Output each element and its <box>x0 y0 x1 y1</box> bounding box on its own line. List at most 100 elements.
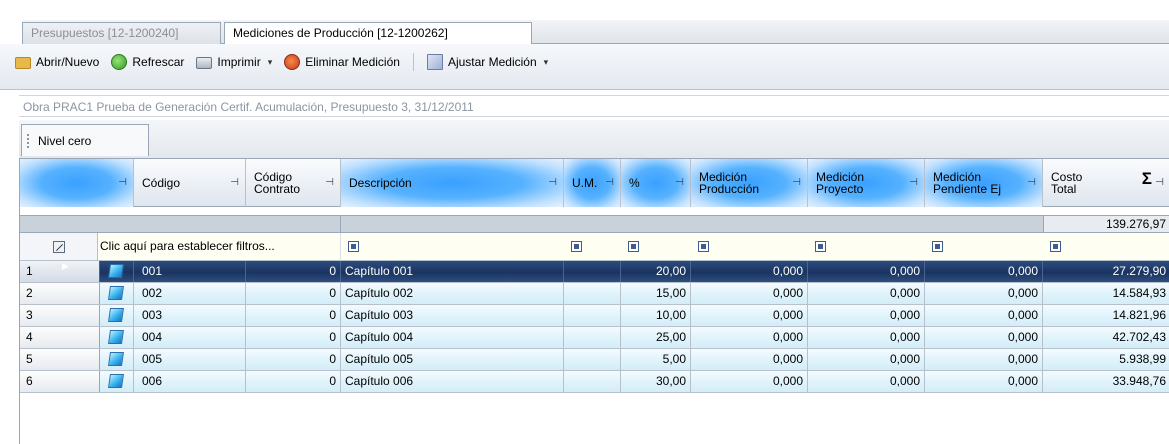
cell-percent[interactable]: 20,00 <box>621 261 691 282</box>
filter-row-header[interactable] <box>20 233 98 260</box>
cell-medicion-pendiente[interactable]: 0,000 <box>925 305 1043 326</box>
cell-codigo-contrato[interactable]: 0 <box>246 371 341 392</box>
cell-um[interactable] <box>564 327 621 348</box>
cell-descripcion[interactable]: Capítulo 002 <box>341 283 564 304</box>
column-header-percent[interactable]: % ⊣ <box>621 159 691 207</box>
filter-percent-icon[interactable] <box>628 241 639 252</box>
filter-pendiente-icon[interactable] <box>932 241 943 252</box>
pin-icon[interactable]: ⊣ <box>230 177 239 189</box>
pin-icon[interactable]: ⊣ <box>325 177 334 189</box>
table-row[interactable]: 2 002 0 Capítulo 002 15,00 0,000 0,000 0… <box>20 283 1169 305</box>
row-number[interactable]: 4 <box>20 327 100 348</box>
cell-percent[interactable]: 15,00 <box>621 283 691 304</box>
filter-row[interactable]: Clic aquí para establecer filtros... <box>20 233 1169 261</box>
cell-medicion-produccion[interactable]: 0,000 <box>691 261 808 282</box>
filter-descripcion-icon[interactable] <box>348 241 359 252</box>
cell-costo-total[interactable]: 5.938,99 <box>1043 349 1169 370</box>
table-row[interactable]: 3 003 0 Capítulo 003 10,00 0,000 0,000 0… <box>20 305 1169 327</box>
pin-icon[interactable]: ⊣ <box>675 177 684 189</box>
cell-um[interactable] <box>564 261 621 282</box>
cell-medicion-proyecto[interactable]: 0,000 <box>808 283 925 304</box>
cell-percent[interactable]: 5,00 <box>621 349 691 370</box>
cell-descripcion[interactable]: Capítulo 005 <box>341 349 564 370</box>
column-header-medicion-pendiente[interactable]: Medición Pendiente Ej ⊣ <box>925 159 1043 207</box>
cell-medicion-produccion[interactable]: 0,000 <box>691 305 808 326</box>
cell-codigo[interactable]: 006 <box>134 371 246 392</box>
column-header-medicion-proyecto[interactable]: Medición Proyecto ⊣ <box>808 159 925 207</box>
cell-codigo-contrato[interactable]: 0 <box>246 305 341 326</box>
grip-handle-icon[interactable] <box>27 134 29 148</box>
filter-proyecto-icon[interactable] <box>815 241 826 252</box>
pin-icon[interactable]: ⊣ <box>792 177 801 189</box>
column-header-medicion-produccion[interactable]: Medición Producción ⊣ <box>691 159 808 207</box>
table-row[interactable]: 4 004 0 Capítulo 004 25,00 0,000 0,000 0… <box>20 327 1169 349</box>
refresh-button[interactable]: Refrescar <box>108 51 187 73</box>
cell-medicion-produccion[interactable]: 0,000 <box>691 283 808 304</box>
cell-codigo-contrato[interactable]: 0 <box>246 327 341 348</box>
cell-costo-total[interactable]: 14.584,93 <box>1043 283 1169 304</box>
cell-percent[interactable]: 25,00 <box>621 327 691 348</box>
pin-icon[interactable]: ⊣ <box>118 177 127 189</box>
cell-codigo[interactable]: 004 <box>134 327 246 348</box>
cell-medicion-pendiente[interactable]: 0,000 <box>925 371 1043 392</box>
table-row[interactable]: 1 ▶ 001 0 Capítulo 001 20,00 0,000 0,000… <box>20 261 1169 283</box>
print-dropdown-icon[interactable]: ▾ <box>268 57 273 68</box>
filter-um-icon[interactable] <box>571 241 582 252</box>
cell-um[interactable] <box>564 349 621 370</box>
adjust-measurement-button[interactable]: Ajustar Medición ▾ <box>424 51 551 73</box>
cell-codigo[interactable]: 001 <box>134 261 246 282</box>
row-number[interactable]: 5 <box>20 349 100 370</box>
tab-mediciones-produccion[interactable]: Mediciones de Producción [12-1200262] <box>224 22 532 45</box>
column-header-codigo-contrato[interactable]: Código Contrato ⊣ <box>246 159 341 207</box>
sum-icon[interactable]: Σ <box>1142 170 1152 187</box>
cell-um[interactable] <box>564 305 621 326</box>
pin-icon[interactable]: ⊣ <box>909 177 918 189</box>
cell-medicion-proyecto[interactable]: 0,000 <box>808 261 925 282</box>
delete-measurement-button[interactable]: Eliminar Medición <box>281 51 403 73</box>
pin-icon[interactable]: ⊣ <box>548 177 557 189</box>
cell-percent[interactable]: 10,00 <box>621 305 691 326</box>
cell-um[interactable] <box>564 283 621 304</box>
cell-costo-total[interactable]: 14.821,96 <box>1043 305 1169 326</box>
column-header-icon[interactable]: ⊣ <box>20 159 134 207</box>
cell-medicion-proyecto[interactable]: 0,000 <box>808 305 925 326</box>
row-number[interactable]: 2 <box>20 283 100 304</box>
cell-medicion-pendiente[interactable]: 0,000 <box>925 261 1043 282</box>
column-header-costo-total[interactable]: Costo Total Σ ⊣ <box>1043 159 1169 207</box>
pin-icon[interactable]: ⊣ <box>1027 177 1036 189</box>
cell-descripcion[interactable]: Capítulo 006 <box>341 371 564 392</box>
table-row[interactable]: 6 006 0 Capítulo 006 30,00 0,000 0,000 0… <box>20 371 1169 393</box>
level-zero-tab[interactable]: Nivel cero <box>21 124 149 156</box>
cell-descripcion[interactable]: Capítulo 004 <box>341 327 564 348</box>
tab-presupuestos[interactable]: Presupuestos [12-1200240] <box>22 22 221 44</box>
print-button[interactable]: Imprimir ▾ <box>193 51 275 73</box>
pin-icon[interactable]: ⊣ <box>1155 177 1164 189</box>
open-new-button[interactable]: Abrir/Nuevo <box>12 51 102 73</box>
cell-medicion-produccion[interactable]: 0,000 <box>691 371 808 392</box>
column-header-codigo[interactable]: Código ⊣ <box>134 159 246 207</box>
cell-medicion-proyecto[interactable]: 0,000 <box>808 327 925 348</box>
filter-costo-icon[interactable] <box>1050 241 1061 252</box>
cell-descripcion[interactable]: Capítulo 003 <box>341 305 564 326</box>
column-header-descripcion[interactable]: Descripción ⊣ <box>341 159 564 207</box>
cell-percent[interactable]: 30,00 <box>621 371 691 392</box>
cell-costo-total[interactable]: 33.948,76 <box>1043 371 1169 392</box>
cell-codigo-contrato[interactable]: 0 <box>246 261 341 282</box>
cell-medicion-proyecto[interactable]: 0,000 <box>808 349 925 370</box>
cell-medicion-pendiente[interactable]: 0,000 <box>925 327 1043 348</box>
cell-um[interactable] <box>564 371 621 392</box>
pin-icon[interactable]: ⊣ <box>605 177 614 189</box>
filter-editor-icon[interactable] <box>52 240 65 253</box>
row-number[interactable]: 1 <box>20 261 100 282</box>
cell-codigo[interactable]: 003 <box>134 305 246 326</box>
cell-codigo-contrato[interactable]: 0 <box>246 283 341 304</box>
cell-costo-total[interactable]: 27.279,90 <box>1043 261 1169 282</box>
cell-medicion-pendiente[interactable]: 0,000 <box>925 283 1043 304</box>
cell-medicion-produccion[interactable]: 0,000 <box>691 327 808 348</box>
cell-descripcion[interactable]: Capítulo 001 <box>341 261 564 282</box>
cell-codigo[interactable]: 005 <box>134 349 246 370</box>
table-row[interactable]: 5 005 0 Capítulo 005 5,00 0,000 0,000 0,… <box>20 349 1169 371</box>
cell-costo-total[interactable]: 42.702,43 <box>1043 327 1169 348</box>
adjust-dropdown-icon[interactable]: ▾ <box>544 57 549 68</box>
row-number[interactable]: 3 <box>20 305 100 326</box>
